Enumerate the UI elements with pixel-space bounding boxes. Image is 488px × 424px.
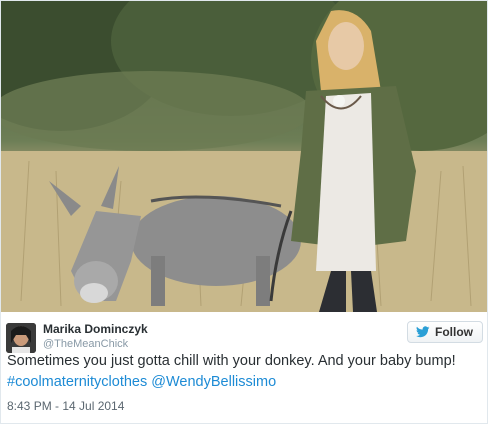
photo-illustration — [1, 1, 487, 312]
twitter-bird-icon — [416, 326, 430, 338]
tweet-photo[interactable] — [1, 1, 487, 312]
avatar-image — [6, 323, 36, 353]
avatar[interactable] — [6, 323, 36, 353]
embedded-tweet: Marika Dominczyk @TheMeanChick Follow So… — [0, 0, 488, 424]
follow-label: Follow — [435, 325, 473, 339]
tweet-text-plain: Sometimes you just gotta chill with your… — [7, 353, 456, 369]
hashtag-link[interactable]: #coolmaternityclothes — [7, 374, 147, 390]
follow-button[interactable]: Follow — [407, 321, 483, 343]
mention-link[interactable]: @WendyBellissimo — [151, 374, 276, 390]
tweet-timestamp[interactable]: 8:43 PM - 14 Jul 2014 — [7, 399, 124, 413]
author-handle[interactable]: @TheMeanChick — [43, 338, 128, 350]
tweet-text: Sometimes you just gotta chill with your… — [7, 351, 483, 393]
author-name[interactable]: Marika Dominczyk — [43, 322, 148, 336]
